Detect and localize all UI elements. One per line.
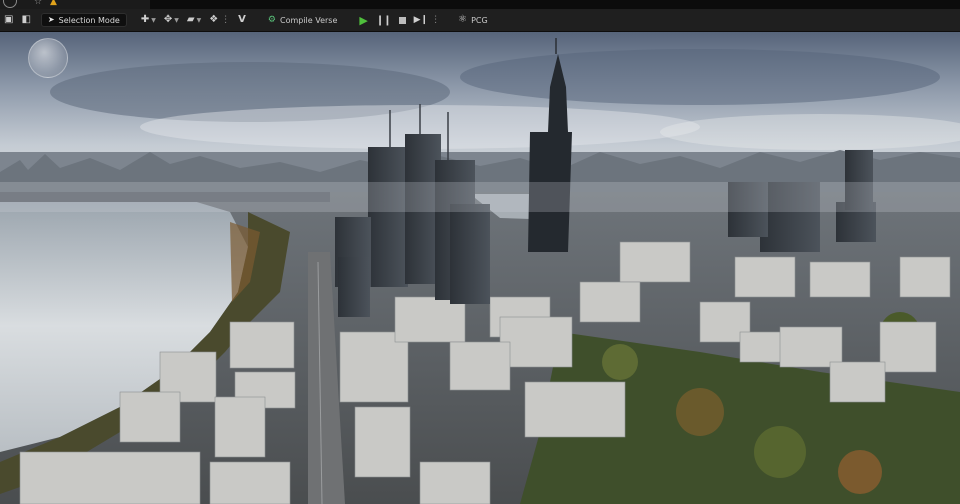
city-scene-image xyxy=(0,32,960,504)
warning-icon[interactable]: ▲ xyxy=(50,0,57,7)
camera-view-gizmo-icon[interactable] xyxy=(28,38,68,78)
verse-icon: V xyxy=(238,14,246,25)
transform-icon: ✥ xyxy=(163,14,173,25)
selection-mode-label: Selection Mode xyxy=(58,15,120,25)
chevron-down-icon: ▼ xyxy=(151,16,156,24)
camera-button[interactable]: ▰ ▼ xyxy=(183,11,205,29)
stop-button[interactable] xyxy=(395,11,410,29)
content-icon: ◧ xyxy=(21,14,31,25)
editor-window: ☆ ▲ ▣ ◧ ➤ Selection Mode ✚ ▼ ✥ ▼ ▰ ▼ ❖ ⋮ V ⚙… xyxy=(0,0,960,504)
main-toolbar: ▣ ◧ ➤ Selection Mode ✚ ▼ ✥ ▼ ▰ ▼ ❖ ⋮ V ⚙ Com… xyxy=(0,9,960,32)
pcg-button[interactable]: ⚛ PCG xyxy=(454,11,492,29)
pcg-icon: ⚛ xyxy=(458,14,468,25)
compile-verse-button[interactable]: ⚙ Compile Verse xyxy=(264,11,342,29)
verse-button[interactable]: V xyxy=(234,11,250,29)
pause-icon: ❙❙ xyxy=(375,14,392,26)
add-actor-icon: ✚ xyxy=(140,14,150,25)
camera-icon: ▰ xyxy=(186,14,195,25)
play-icon: ▶ xyxy=(359,13,368,27)
chevron-down-icon: ▼ xyxy=(196,16,202,24)
cinematics-button[interactable]: ❖ ⋮ xyxy=(205,11,234,29)
pcg-label: PCG xyxy=(471,15,488,25)
level-viewport[interactable] xyxy=(0,32,960,504)
selection-mode-dropdown[interactable]: ➤ Selection Mode xyxy=(40,13,127,27)
compile-verse-label: Compile Verse xyxy=(279,15,338,25)
chevron-down-icon: ▼ xyxy=(174,16,179,24)
save-icon: ▣ xyxy=(4,14,14,25)
save-button[interactable]: ▣ xyxy=(0,11,17,29)
play-button[interactable]: ▶ xyxy=(355,11,371,29)
cinematics-icon: ❖ xyxy=(209,14,219,25)
transform-button[interactable]: ✥ ▼ xyxy=(160,11,183,29)
level-tab[interactable] xyxy=(0,0,150,9)
skip-frame-button[interactable]: ▶❙ ⋮ xyxy=(410,11,444,29)
pause-button[interactable]: ❙❙ xyxy=(372,11,395,29)
stop-icon xyxy=(398,16,406,24)
title-strip: ☆ ▲ xyxy=(0,0,960,9)
add-actor-button[interactable]: ✚ ▼ xyxy=(137,11,160,29)
select-arrow-icon: ➤ xyxy=(47,15,55,24)
compile-icon: ⚙ xyxy=(267,15,276,25)
skip-frame-icon: ▶❙ xyxy=(413,15,429,25)
more-options-icon[interactable]: ⋮ xyxy=(431,15,440,25)
more-options-icon[interactable]: ⋮ xyxy=(221,15,230,25)
content-button[interactable]: ◧ xyxy=(17,11,34,29)
favorite-icon[interactable]: ☆ xyxy=(34,0,42,7)
